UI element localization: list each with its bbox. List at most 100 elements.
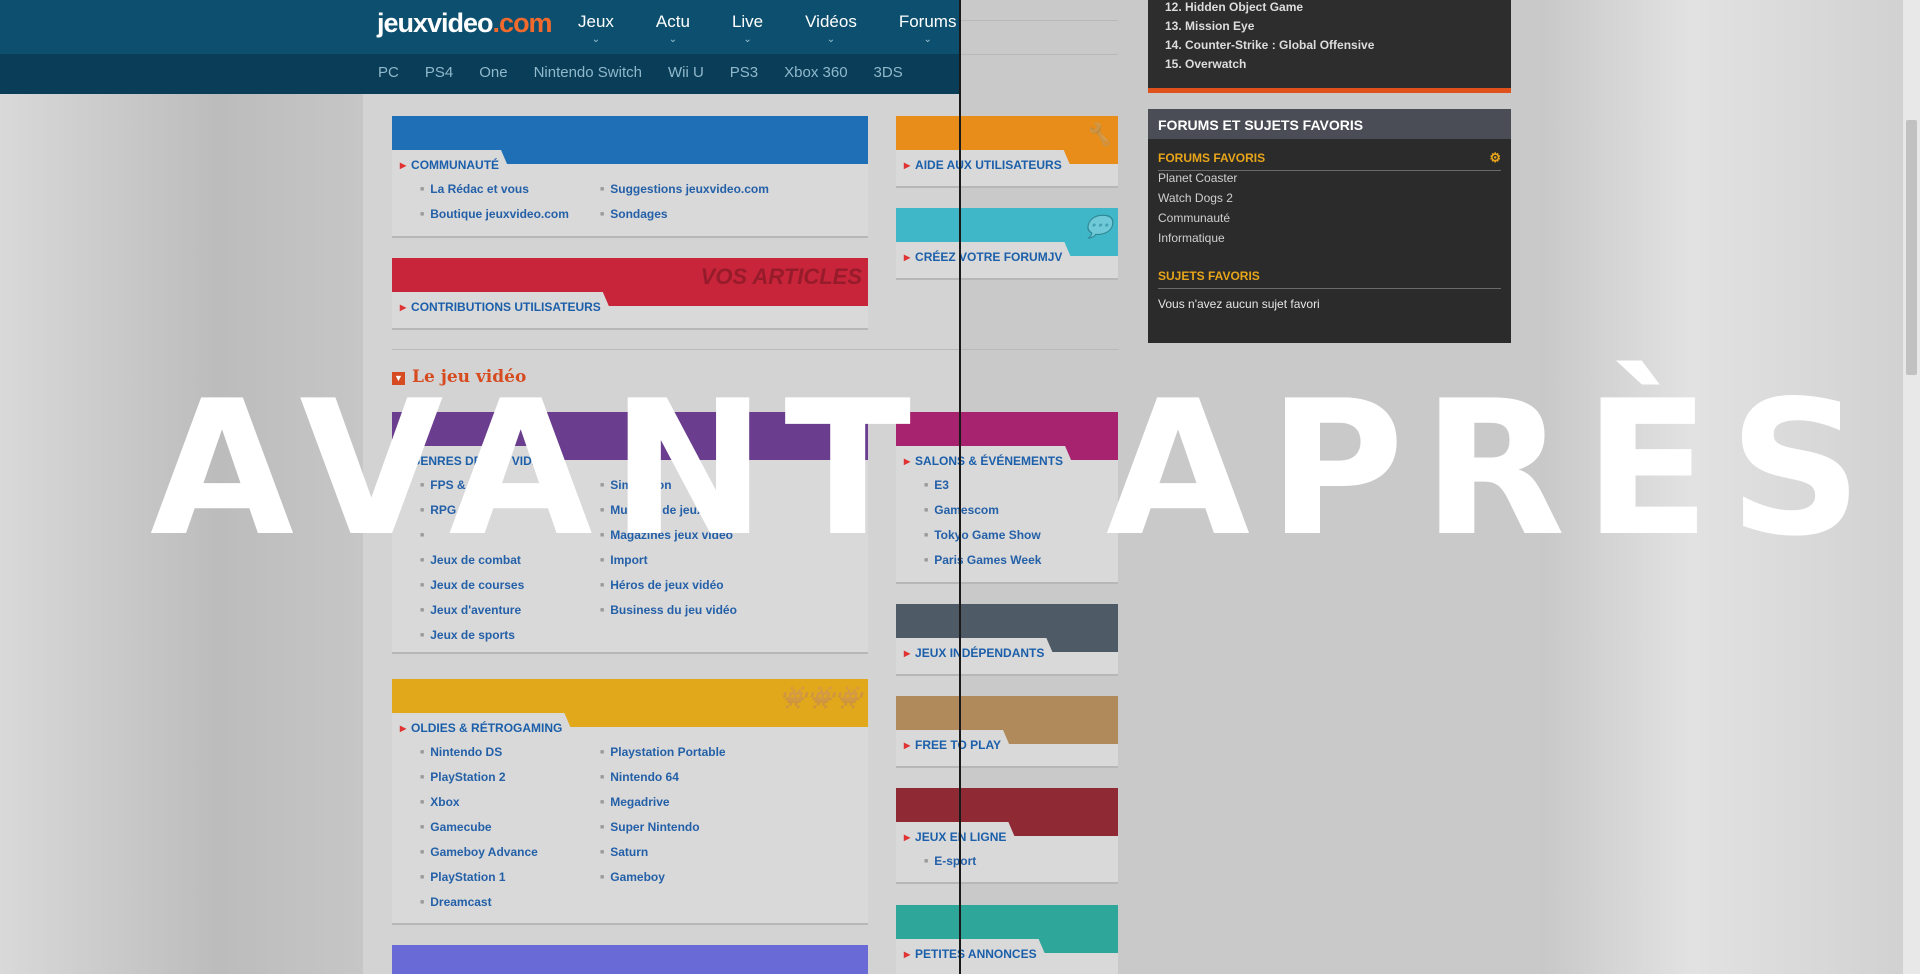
platform-wiiu[interactable]: Wii U (668, 64, 704, 81)
nav-jeux[interactable]: Jeux ⌄ (578, 12, 614, 45)
chevron-down-icon: ⌄ (591, 34, 601, 45)
card-communaute: COMMUNAUTÉ La Rédac et vous Boutique jeu… (392, 116, 868, 238)
favorites-panel: FORUMS ET SUJETS FAVORIS FORUMS FAVORIS ⚙… (1148, 109, 1511, 343)
site-header: jeuxvideo.com Jeux ⌄ Actu ⌄ Live ⌄ Vidéos ⌄ … (0, 0, 960, 94)
link-item[interactable]: Gamescom (924, 503, 1041, 528)
link-item[interactable]: Xbox (420, 795, 538, 820)
top-list-item[interactable]: 15. Overwatch (1148, 57, 1511, 76)
link-item[interactable]: E-sport (924, 854, 976, 879)
link-item[interactable]: Héros de jeux vidéo (600, 578, 738, 603)
favorite-forum-item[interactable]: Informatique (1158, 231, 1511, 251)
chevron-down-icon: ⌄ (668, 34, 678, 45)
scrollbar-thumb[interactable] (1906, 120, 1917, 375)
link-item[interactable]: Saturn (600, 845, 726, 870)
nav-label: Jeux (578, 12, 614, 31)
divider-line (960, 54, 1118, 55)
vertical-scrollbar[interactable] (1903, 0, 1920, 974)
platform-ps4[interactable]: PS4 (425, 64, 453, 81)
top-list-item[interactable]: 12. Hidden Object Game (1148, 0, 1511, 19)
link-item[interactable]: Jeux de courses (420, 578, 524, 603)
banner-versus (392, 945, 868, 974)
nav-live[interactable]: Live ⌄ (732, 12, 763, 45)
nav-label: Live (731, 12, 764, 31)
link-item[interactable]: Super Nintendo (600, 820, 726, 845)
card-free-to-play: FREE TO PLAY (896, 696, 1118, 768)
link-item[interactable]: Tokyo Game Show (924, 528, 1041, 553)
platform-nav-bar: PC PS4 One Nintendo Switch Wii U PS3 Xbo… (0, 54, 960, 94)
card-tab: FREE TO PLAY (896, 730, 1015, 758)
link-item[interactable]: Suggestions jeuxvideo.com (600, 182, 769, 207)
card-title[interactable]: CRÉEZ VOTRE FORUMJV (904, 250, 1062, 264)
gear-icon[interactable]: ⚙ (1489, 150, 1501, 166)
link-item[interactable]: Gameboy Advance (420, 845, 538, 870)
platform-3ds[interactable]: 3DS (874, 64, 903, 81)
card-tab: OLDIES & RÉTROGAMING (392, 713, 576, 741)
nav-actu[interactable]: Actu ⌄ (656, 12, 690, 45)
card-tab: JEUX INDÉPENDANTS (896, 638, 1058, 666)
platform-ps3[interactable]: PS3 (730, 64, 758, 81)
top-list-item[interactable]: 14. Counter-Strike : Global Offensive (1148, 38, 1511, 57)
link-item[interactable]: Business du jeu vidéo (600, 603, 738, 628)
nav-videos[interactable]: Vidéos ⌄ (805, 12, 857, 45)
top-list-item[interactable]: 13. Mission Eye (1148, 19, 1511, 38)
forums-favoris-title: FORUMS FAVORIS (1158, 151, 1266, 165)
favorites-header: FORUMS ET SUJETS FAVORIS (1148, 109, 1511, 139)
card-tab: PETITES ANNONCES (896, 939, 1051, 967)
card-title[interactable]: JEUX EN LIGNE (904, 830, 1006, 844)
card-tab: AIDE AUX UTILISATEURS (896, 150, 1076, 178)
card-title[interactable]: JEUX INDÉPENDANTS (904, 646, 1044, 660)
no-favorite-topic-text: Vous n'avez aucun sujet favori (1158, 297, 1320, 311)
card-oldies: 👾👾👾 OLDIES & RÉTROGAMING Nintendo DS Pla… (392, 679, 868, 925)
favorite-forum-item[interactable]: Planet Coaster (1158, 171, 1511, 191)
card-title[interactable]: CONTRIBUTIONS UTILISATEURS (400, 300, 601, 314)
card-title[interactable]: AIDE AUX UTILISATEURS (904, 158, 1062, 172)
link-item[interactable]: Dreamcast (420, 895, 538, 920)
card-aide: 🔧 AIDE AUX UTILISATEURS (896, 116, 1118, 188)
overlay-after-label: APRÈS (1106, 360, 1881, 577)
forums-favoris-heading: FORUMS FAVORIS ⚙ (1158, 139, 1501, 171)
link-item[interactable]: Megadrive (600, 795, 726, 820)
link-item[interactable]: Boutique jeuxvideo.com (420, 207, 569, 232)
favorite-forum-item[interactable]: Watch Dogs 2 (1158, 191, 1511, 211)
link-item[interactable]: Jeux de sports (420, 628, 524, 653)
card-title[interactable]: FREE TO PLAY (904, 738, 1001, 752)
nav-forums[interactable]: Forums ⌄ (899, 12, 957, 45)
link-item[interactable]: Nintendo 64 (600, 770, 726, 795)
link-item[interactable]: Gamecube (420, 820, 538, 845)
platform-one[interactable]: One (479, 64, 507, 81)
link-item[interactable]: Gameboy (600, 870, 726, 895)
link-item[interactable]: PlayStation 1 (420, 870, 538, 895)
chevron-down-icon: ⌄ (826, 34, 836, 45)
card-tab: CRÉEZ VOTRE FORUMJV (896, 242, 1076, 270)
platform-xbox360[interactable]: Xbox 360 (784, 64, 847, 81)
logo-text: jeuxvideo (377, 8, 494, 38)
card-jeux-en-ligne: JEUX EN LIGNE E-sport (896, 788, 1118, 884)
sujets-favoris-title: SUJETS FAVORIS (1158, 269, 1260, 283)
before-after-divider[interactable] (959, 0, 961, 974)
link-item[interactable]: Sondages (600, 207, 769, 232)
main-nav: Jeux ⌄ Actu ⌄ Live ⌄ Vidéos ⌄ Forums ⌄ (578, 12, 998, 45)
card-versus (392, 945, 868, 974)
overlay-before-label: AVANT (150, 360, 930, 577)
link-item[interactable]: Playstation Portable (600, 745, 725, 770)
card-title[interactable]: OLDIES & RÉTROGAMING (400, 721, 562, 735)
link-item[interactable]: Paris Games Week (924, 553, 1041, 578)
platform-pc[interactable]: PC (378, 64, 399, 81)
space-invader-icon: 👾👾👾 (779, 685, 862, 710)
card-creez-forum: 💬 CRÉEZ VOTRE FORUMJV (896, 208, 1118, 280)
nav-label: Actu (655, 12, 690, 31)
nav-label: Forums (898, 12, 957, 31)
chevron-down-icon: ⌄ (923, 34, 932, 45)
link-item[interactable]: PlayStation 2 (420, 770, 538, 795)
link-item[interactable]: E3 (924, 478, 1041, 503)
card-title[interactable]: PETITES ANNONCES (904, 947, 1037, 961)
link-item[interactable]: La Rédac et vous (420, 182, 569, 207)
favorite-forum-item[interactable]: Communauté (1158, 211, 1511, 231)
banner-art-text: VOS ARTICLES (700, 264, 862, 289)
link-item[interactable]: Jeux d'aventure (420, 603, 524, 628)
card-title[interactable]: COMMUNAUTÉ (400, 158, 499, 172)
site-logo[interactable]: jeuxvideo.com (377, 8, 553, 39)
top-games-list: 12. Hidden Object Game 13. Mission Eye 1… (1148, 0, 1511, 93)
link-item[interactable]: Nintendo DS (420, 745, 538, 770)
platform-switch[interactable]: Nintendo Switch (534, 64, 642, 81)
